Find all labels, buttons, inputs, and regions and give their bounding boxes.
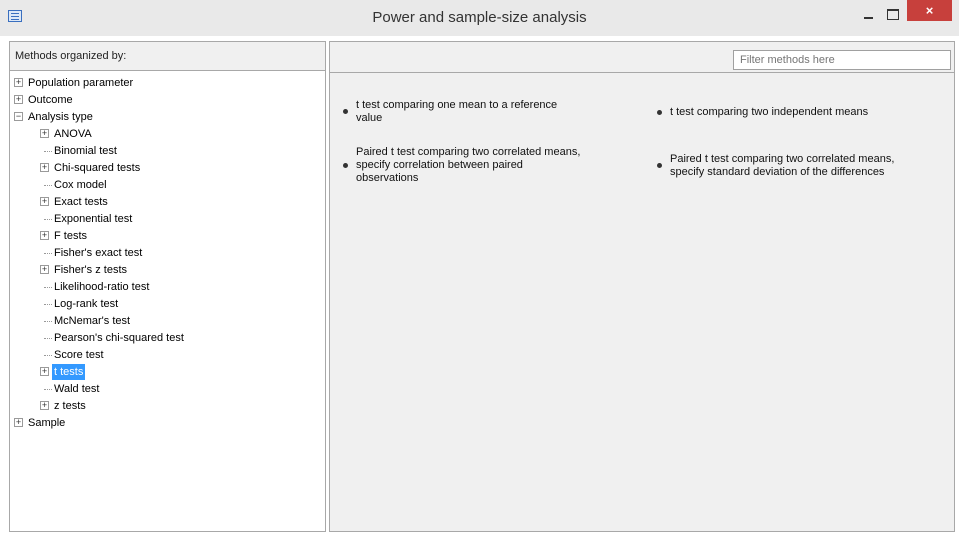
bullet-icon (343, 109, 348, 114)
bullet-icon (657, 163, 662, 168)
tree-connector (44, 253, 52, 254)
expand-icon[interactable]: + (40, 129, 49, 138)
bullet-icon (343, 163, 348, 168)
expand-icon[interactable]: + (40, 197, 49, 206)
method-two-independent-means[interactable]: t test comparing two independent means (657, 106, 940, 119)
bullet-icon (657, 110, 662, 115)
tree-connector (44, 355, 52, 356)
method-one-mean[interactable]: t test comparing one mean to a reference… (343, 99, 616, 125)
minimize-button[interactable] (860, 6, 878, 22)
expand-icon[interactable]: + (14, 78, 23, 87)
tree-connector (44, 304, 52, 305)
methods-tree[interactable]: + Population parameter + Outcome − Analy… (10, 70, 325, 531)
method-paired-sd-differences[interactable]: Paired t test comparing two correlated m… (657, 153, 950, 179)
collapse-icon[interactable]: − (14, 112, 23, 121)
methods-panel: t test comparing one mean to a reference… (329, 41, 955, 532)
tree-connector (44, 219, 52, 220)
tree-connector (44, 185, 52, 186)
selected-tree-item-label: t tests (52, 364, 86, 380)
method-paired-correlation[interactable]: Paired t test comparing two correlated m… (343, 146, 636, 185)
expand-icon[interactable]: + (14, 418, 23, 427)
expand-icon[interactable]: + (40, 401, 49, 410)
expand-icon[interactable]: + (14, 95, 23, 104)
tree-connector (44, 338, 52, 339)
title-bar: Power and sample-size analysis × (0, 0, 959, 36)
expand-icon[interactable]: + (40, 367, 49, 376)
tree-connector (44, 151, 52, 152)
filter-methods-input[interactable] (733, 50, 951, 70)
expand-icon[interactable]: + (40, 231, 49, 240)
close-button[interactable]: × (907, 0, 952, 21)
window-title: Power and sample-size analysis (372, 9, 587, 26)
tree-connector (44, 287, 52, 288)
tree-connector (44, 321, 52, 322)
methods-list: t test comparing one mean to a reference… (330, 72, 954, 531)
methods-tree-panel: Methods organized by: + Population param… (9, 41, 326, 532)
methods-organized-by-label: Methods organized by: (15, 50, 127, 62)
expand-icon[interactable]: + (40, 265, 49, 274)
close-icon: × (925, 3, 934, 18)
tree-connector (44, 389, 52, 390)
maximize-button[interactable] (884, 6, 902, 22)
expand-icon[interactable]: + (40, 163, 49, 172)
